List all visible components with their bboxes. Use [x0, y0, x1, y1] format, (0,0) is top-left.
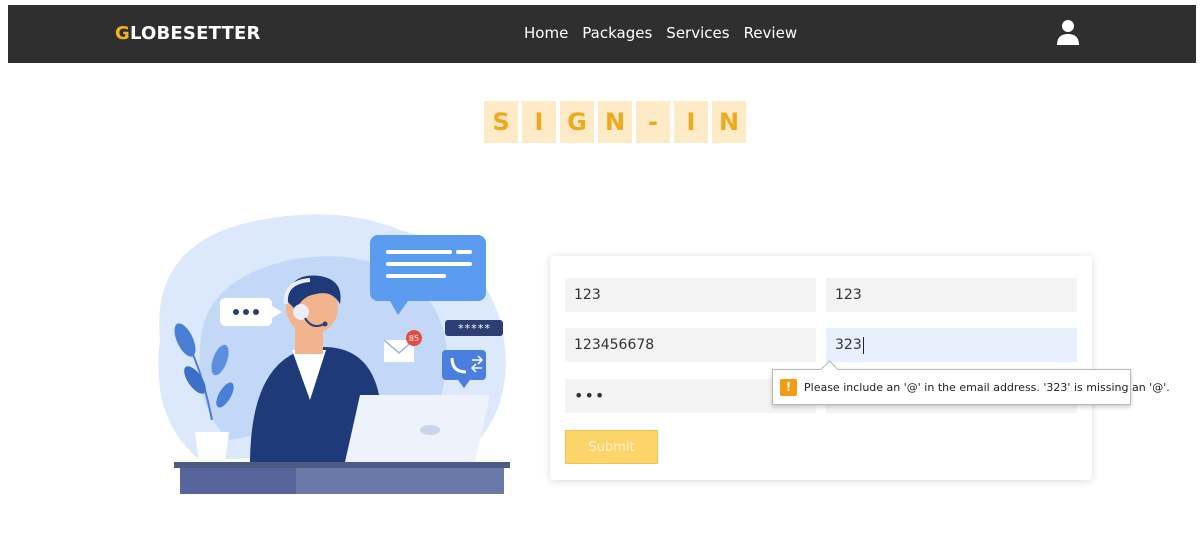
svg-text:85: 85 [409, 334, 419, 343]
title-letter: N [712, 101, 746, 143]
nav-link-home[interactable]: Home [524, 24, 568, 42]
page-title: S I G N - I N [484, 101, 746, 143]
navbar: GLOBESETTER Home Packages Services Revie… [8, 5, 1196, 63]
form-field-2[interactable]: 123 [826, 278, 1077, 312]
nav-links: Home Packages Services Review [524, 24, 797, 42]
nav-link-services[interactable]: Services [666, 24, 729, 42]
customer-support-illustration: ***** 85 [158, 214, 510, 494]
phone-field[interactable]: 123456678 [565, 328, 816, 362]
title-letter: S [484, 101, 518, 143]
desk [174, 462, 510, 468]
title-letter: I [522, 101, 556, 143]
nav-link-review[interactable]: Review [744, 24, 798, 42]
password-badge: ***** [445, 320, 503, 336]
validation-message: Please include an '@' in the email addre… [804, 380, 1170, 394]
title-letter: G [560, 101, 594, 143]
warning-icon: ! [780, 378, 797, 396]
submit-button[interactable]: Submit [565, 430, 658, 464]
svg-text:*****: ***** [457, 322, 490, 335]
logo-text: LOBESETTER [129, 23, 261, 44]
logo-first-letter: G [115, 23, 130, 44]
form-field-1[interactable]: 123 [565, 278, 816, 312]
logo[interactable]: GLOBESETTER [115, 23, 261, 44]
desk-front-dark [180, 468, 296, 494]
text-caret [862, 336, 864, 354]
title-letter: I [674, 101, 708, 143]
nav-link-packages[interactable]: Packages [582, 24, 652, 42]
validation-tooltip: ! Please include an '@' in the email add… [772, 369, 1170, 405]
email-field-value: 323 [835, 337, 862, 353]
title-letter: N [598, 101, 632, 143]
title-letter: - [636, 101, 670, 143]
email-field[interactable]: 323 [826, 328, 1077, 362]
user-icon[interactable] [1057, 19, 1079, 45]
